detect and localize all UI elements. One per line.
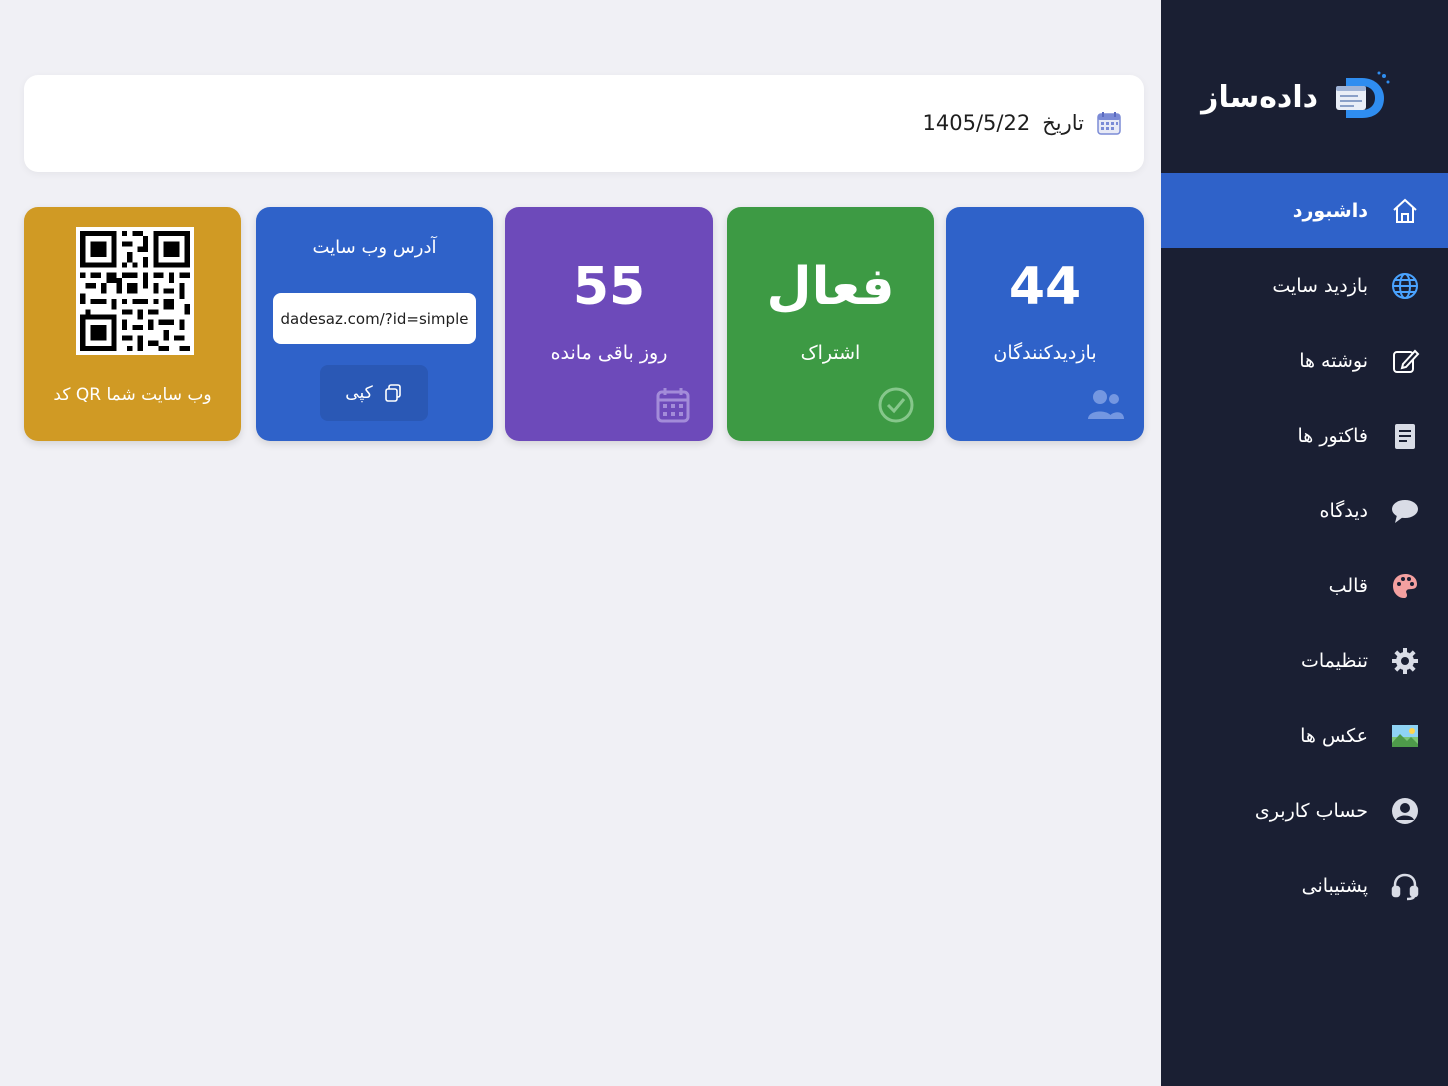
gear-icon [1390, 646, 1420, 676]
date-display: تاریخ 1405/5/22 [923, 110, 1122, 136]
visitors-label: بازدیدکنندگان [993, 342, 1097, 364]
headset-icon [1390, 871, 1420, 901]
visitors-card: 44 بازدیدکنندگان [946, 207, 1144, 441]
sidebar: داده‌ساز داشبورد بازدید سایت نوشته ها فا… [1161, 0, 1448, 1086]
date-value: 1405/5/22 [922, 111, 1031, 135]
copy-button[interactable]: کپی [320, 365, 428, 421]
sidebar-item-label: حساب کاربری [1254, 799, 1368, 822]
days-remaining-count: 55 [572, 257, 646, 317]
subscription-card: فعال اشتراک [727, 207, 934, 441]
sidebar-item-label: بازدید سایت [1272, 274, 1368, 297]
check-circle-icon [878, 387, 914, 423]
website-url-title: آدرس وب سایت [312, 237, 437, 258]
brand-name: داده‌ساز [1201, 79, 1318, 115]
subscription-status: فعال [766, 257, 895, 317]
copy-icon [384, 384, 401, 402]
days-remaining-label: روز باقی مانده [550, 342, 668, 364]
qr-caption: کد QR وب سایت شما [53, 385, 212, 405]
visitors-count: 44 [1008, 257, 1082, 317]
sidebar-item-label: داشبورد [1292, 199, 1368, 222]
sidebar-item-label: تنظیمات [1300, 649, 1368, 672]
copy-button-label: کپی [345, 383, 373, 403]
sidebar-item-dashboard[interactable]: داشبورد [1161, 173, 1448, 248]
sidebar-item-support[interactable]: پشتیبانی [1161, 848, 1448, 923]
sidebar-item-invoices[interactable]: فاکتور ها [1161, 398, 1448, 473]
sidebar-item-posts[interactable]: نوشته ها [1161, 323, 1448, 398]
globe-icon [1390, 271, 1420, 301]
sidebar-item-settings[interactable]: تنظیمات [1161, 623, 1448, 698]
comment-icon [1390, 496, 1420, 526]
dadesaz-logo-icon [1336, 71, 1390, 118]
qr-code-image [80, 231, 190, 351]
qr-code [76, 227, 194, 355]
sidebar-item-label: دیدگاه [1319, 499, 1368, 522]
sidebar-item-label: پشتیبانی [1301, 874, 1368, 897]
palette-icon [1390, 571, 1420, 601]
calendar-icon [656, 388, 690, 423]
calendar-icon [1097, 112, 1121, 135]
edit-icon [1390, 346, 1420, 376]
subscription-label: اشتراک [800, 342, 861, 364]
header-card: تاریخ 1405/5/22 [24, 75, 1144, 172]
date-label: تاریخ [1042, 111, 1084, 135]
sidebar-item-label: عکس ها [1300, 724, 1368, 747]
image-icon [1390, 721, 1420, 751]
user-circle-icon [1390, 796, 1420, 826]
qr-code-card: کد QR وب سایت شما [24, 207, 241, 441]
home-icon [1390, 196, 1420, 226]
sidebar-item-theme[interactable]: قالب [1161, 548, 1448, 623]
sidebar-item-photos[interactable]: عکس ها [1161, 698, 1448, 773]
invoice-icon [1390, 421, 1420, 451]
users-icon [1088, 390, 1124, 419]
sidebar-item-site-visits[interactable]: بازدید سایت [1161, 248, 1448, 323]
brand[interactable]: داده‌ساز [1201, 70, 1390, 124]
website-url-card: آدرس وب سایت dadesaz.com/?id=simple کپی [256, 207, 493, 441]
sidebar-item-label: نوشته ها [1299, 349, 1368, 372]
sidebar-item-label: فاکتور ها [1297, 424, 1369, 447]
website-url-field[interactable]: dadesaz.com/?id=simple [273, 293, 476, 344]
sidebar-item-account[interactable]: حساب کاربری [1161, 773, 1448, 848]
sidebar-item-label: قالب [1328, 574, 1368, 597]
sidebar-item-comments[interactable]: دیدگاه [1161, 473, 1448, 548]
sidebar-nav: داشبورد بازدید سایت نوشته ها فاکتور ها د… [1161, 173, 1448, 923]
days-remaining-card: 55 روز باقی مانده [505, 207, 713, 441]
